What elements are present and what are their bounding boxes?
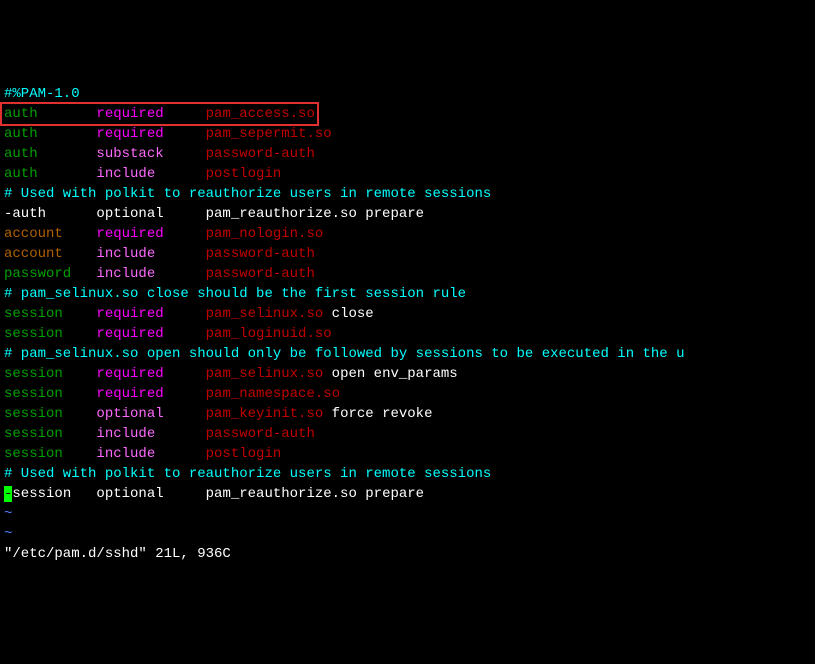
pam-rule: session required pam_loginuid.so xyxy=(4,324,811,344)
pam-rule: auth include postlogin xyxy=(4,164,811,184)
comment: # Used with polkit to reauthorize users … xyxy=(4,464,811,484)
vim-tilde: ~ xyxy=(4,504,811,524)
comment: # pam_selinux.so close should be the fir… xyxy=(4,284,811,304)
vim-tilde: ~ xyxy=(4,524,811,544)
cursor: - xyxy=(4,486,12,502)
pam-rule: session include password-auth xyxy=(4,424,811,444)
pam-rule: session required pam_selinux.so close xyxy=(4,304,811,324)
comment: # Used with polkit to reauthorize users … xyxy=(4,184,811,204)
pam-rule: auth required pam_access.so xyxy=(4,104,811,124)
pam-rule: auth substack password-auth xyxy=(4,144,811,164)
pam-rule: session required pam_namespace.so xyxy=(4,384,811,404)
pam-rule: auth required pam_sepermit.so xyxy=(4,124,811,144)
pam-rule-last: -session optional pam_reauthorize.so pre… xyxy=(4,484,811,504)
status-line: "/etc/pam.d/sshd" 21L, 936C xyxy=(4,544,811,564)
pam-rule: -auth optional pam_reauthorize.so prepar… xyxy=(4,204,811,224)
pam-rule: session optional pam_keyinit.so force re… xyxy=(4,404,811,424)
pam-rule: session required pam_selinux.so open env… xyxy=(4,364,811,384)
pam-header: #%PAM-1.0 xyxy=(4,84,811,104)
pam-rule: account include password-auth xyxy=(4,244,811,264)
pam-rule: account required pam_nologin.so xyxy=(4,224,811,244)
highlight-box: auth required pam_access.so xyxy=(0,102,319,126)
comment: # pam_selinux.so open should only be fol… xyxy=(4,344,811,364)
pam-rule: session include postlogin xyxy=(4,444,811,464)
pam-rule: password include password-auth xyxy=(4,264,811,284)
